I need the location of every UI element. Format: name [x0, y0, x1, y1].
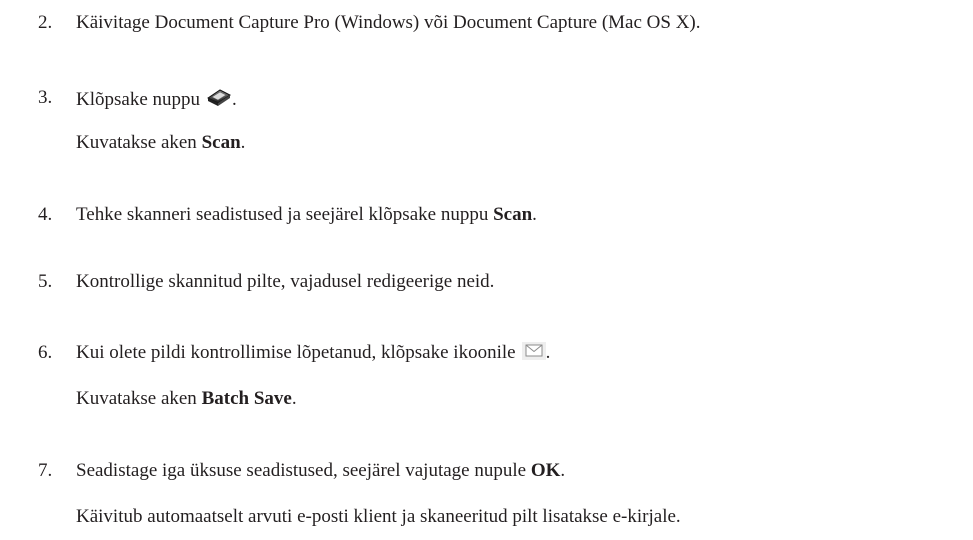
result-text: Kuvatakse aken: [76, 388, 202, 409]
step-text-part: .: [532, 204, 537, 225]
step-3-result: Kuvatakse aken Scan.: [76, 131, 245, 155]
step-text-part: Klõpsake nuppu: [76, 89, 201, 110]
result-text-end: .: [240, 132, 246, 153]
button-name: Scan: [493, 204, 533, 225]
button-name: OK: [530, 460, 561, 481]
step-text-part: Seadistage iga üksuse seadistused, seejä…: [76, 460, 531, 481]
step-text-part: Kui olete pildi kontrollimise lõpetanud,…: [76, 342, 516, 363]
step-number: 4.: [38, 204, 53, 225]
step-text-part: .: [232, 89, 237, 110]
result-text-end: .: [291, 388, 297, 409]
step-number: 2.: [38, 12, 53, 33]
step-text-part: Tehke skanneri seadistused ja seejärel k…: [76, 204, 494, 225]
step-7-result: Käivitub automaatselt arvuti e-posti kli…: [76, 505, 681, 529]
email-icon: [521, 342, 546, 360]
step-text: Tehke skanneri seadistused ja seejärel k…: [76, 203, 537, 227]
step-text: Kui olete pildi kontrollimise lõpetanud,…: [76, 341, 550, 365]
step-text: Seadistage iga üksuse seadistused, seejä…: [76, 459, 565, 483]
step-text: Klõpsake nuppu .: [76, 86, 237, 112]
step-number: 5.: [38, 271, 53, 292]
window-name: Batch Save: [201, 388, 292, 409]
step-6-result: Kuvatakse aken Batch Save.: [76, 387, 297, 411]
step-number: 3.: [38, 87, 53, 108]
scanner-icon: [206, 86, 232, 108]
step-text: Kontrollige skannitud pilte, vajadusel r…: [76, 271, 495, 292]
window-name: Scan: [201, 132, 241, 153]
step-number: 6.: [38, 342, 53, 363]
step-number: 7.: [38, 460, 53, 481]
result-text: Käivitub automaatselt arvuti e-posti kli…: [76, 506, 681, 527]
step-text-part: .: [545, 342, 551, 363]
step-text-part: .: [560, 460, 566, 481]
result-text: Kuvatakse aken: [76, 132, 202, 153]
step-text: Käivitage Document Capture Pro (Windows)…: [76, 12, 701, 33]
